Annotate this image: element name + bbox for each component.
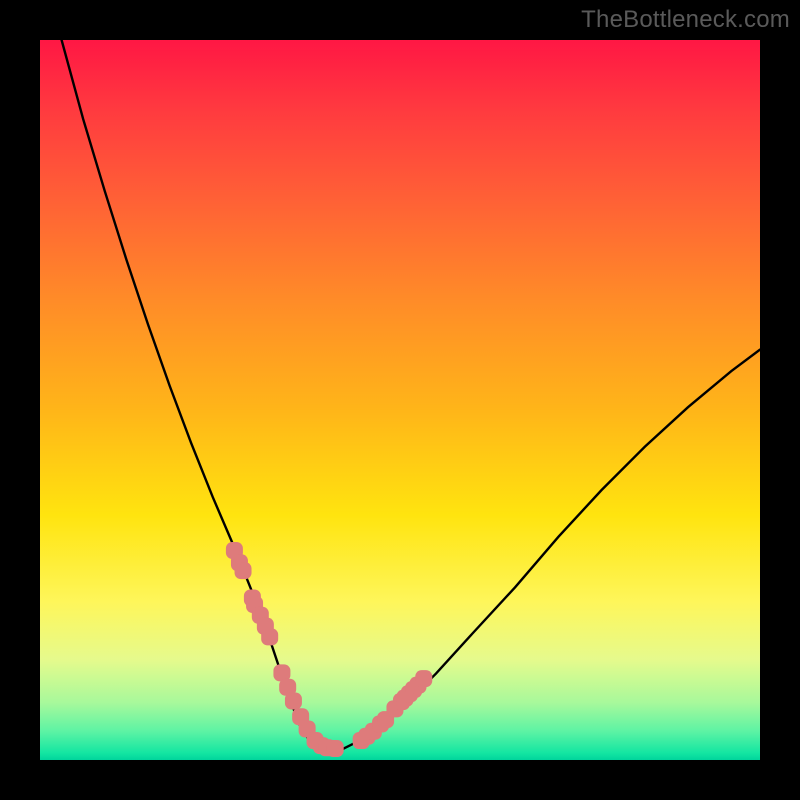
marker-point: [285, 692, 302, 709]
marker-point: [415, 670, 432, 687]
watermark-text: TheBottleneck.com: [581, 6, 790, 34]
bottleneck-curve: [62, 40, 760, 749]
marker-point: [261, 628, 278, 645]
marker-point: [327, 740, 344, 757]
marker-point: [235, 562, 252, 579]
chart-frame: TheBottleneck.com: [0, 0, 800, 800]
marker-cluster: [226, 542, 432, 757]
plot-area: [40, 40, 760, 760]
chart-svg: [40, 40, 760, 760]
